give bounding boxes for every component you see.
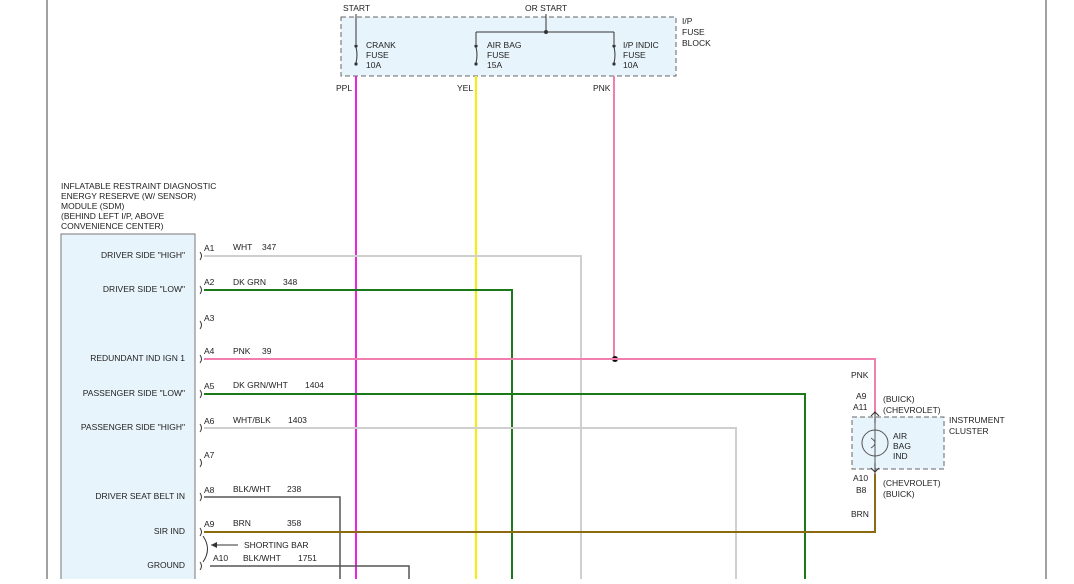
pin-function: DRIVER SEAT BELT IN xyxy=(95,491,185,501)
connector-a6 xyxy=(199,423,202,433)
cluster-bottom-make-1: (CHEVROLET) xyxy=(883,478,941,488)
circuit-number: 358 xyxy=(287,518,301,528)
ip-indic-fuse-name: I/P INDIC xyxy=(623,40,659,50)
pin-id: A9 xyxy=(204,519,215,529)
connector-a5 xyxy=(199,389,202,399)
crank-fuse-rating: 10A xyxy=(366,60,381,70)
cluster-bottom-make-2: (BUICK) xyxy=(883,489,915,499)
connector-a3 xyxy=(199,320,202,330)
wire-color: BRN xyxy=(233,518,251,528)
sdm-pin-row: A7 xyxy=(204,450,215,460)
wire-color: WHT/BLK xyxy=(233,415,271,425)
pin-function: PASSENGER SIDE "LOW" xyxy=(83,388,185,398)
sdm-title-1: INFLATABLE RESTRAINT DIAGNOSTIC xyxy=(61,181,216,191)
cluster-label-2: CLUSTER xyxy=(949,426,989,436)
circuit-number: 238 xyxy=(287,484,301,494)
circuit-number: 1751 xyxy=(298,553,317,563)
wire-label-pnk: PNK xyxy=(593,83,611,93)
wire-color: BLK/WHT xyxy=(233,484,271,494)
connector-a7 xyxy=(199,458,202,468)
circuit-number: 39 xyxy=(262,346,272,356)
connector-a8 xyxy=(199,492,202,502)
cluster-top-pin-2: A11 xyxy=(853,402,868,412)
wire-label-yel: YEL xyxy=(457,83,473,93)
pin-id: A7 xyxy=(204,450,215,460)
sdm-title-3: MODULE (SDM) xyxy=(61,201,124,211)
air-bag-fuse-name: AIR BAG xyxy=(487,40,521,50)
pin-function: DRIVER SIDE "LOW" xyxy=(103,284,185,294)
wire-color: PNK xyxy=(233,346,251,356)
sdm-title-2: ENERGY RESERVE (W/ SENSOR) xyxy=(61,191,196,201)
wire-color: BLK/WHT xyxy=(243,553,281,563)
indicator-label-3: IND xyxy=(893,451,908,461)
connector-a10 xyxy=(199,561,202,571)
wire-color: WHT xyxy=(233,242,252,252)
pin-id: A3 xyxy=(204,313,215,323)
pin-id: A1 xyxy=(204,243,215,253)
shorting-bar-arrow xyxy=(211,542,217,548)
wire-color: DK GRN/WHT xyxy=(233,380,288,390)
cluster-bottom-pin-1: A10 xyxy=(853,473,868,483)
shorting-bar-label: SHORTING BAR xyxy=(244,540,309,550)
air-bag-fuse-rating: 15A xyxy=(487,60,502,70)
cluster-top-pin-1: A9 xyxy=(856,391,867,401)
circuit-number: 1404 xyxy=(305,380,324,390)
cluster-bottom-wire: BRN xyxy=(851,509,869,519)
wire-color: DK GRN xyxy=(233,277,266,287)
pin-function: PASSENGER SIDE "HIGH" xyxy=(81,422,185,432)
pin-id: A5 xyxy=(204,381,215,391)
circuit-number: 1403 xyxy=(288,415,307,425)
indicator-label-1: AIR xyxy=(893,431,907,441)
pin-function: SIR IND xyxy=(154,526,185,536)
cluster-label-1: INSTRUMENT xyxy=(949,415,1005,425)
connector-a4 xyxy=(199,354,202,364)
connector-a9 xyxy=(199,527,202,537)
connector-glyphs xyxy=(199,251,202,571)
sdm-pin-row: A3 xyxy=(204,313,215,323)
fuse-block-label-2: FUSE xyxy=(682,27,705,37)
pin-function: REDUNDANT IND IGN 1 xyxy=(90,353,185,363)
wiring-diagram-svg: START OR START I/P FUSE BLOCK CRANK FUSE… xyxy=(46,0,1047,584)
crank-fuse-type: FUSE xyxy=(366,50,389,60)
start-label: START xyxy=(343,3,370,13)
cluster-bottom-pin-2: B8 xyxy=(856,485,867,495)
fuse-terminal xyxy=(612,62,616,66)
cluster-top-make-2: (CHEVROLET) xyxy=(883,405,941,415)
pin-id: A8 xyxy=(204,485,215,495)
pin-function: GROUND xyxy=(147,560,185,570)
circuit-number: 347 xyxy=(262,242,276,252)
wire-a10-blkwht xyxy=(210,565,410,579)
circuit-number: 348 xyxy=(283,277,297,287)
fuse-terminal xyxy=(354,62,358,66)
fuse-block-label-3: BLOCK xyxy=(682,38,711,48)
shorting-bar xyxy=(202,535,208,563)
pin-id: A6 xyxy=(204,416,215,426)
sdm-title-4: (BEHIND LEFT I/P, ABOVE xyxy=(61,211,164,221)
wire-a9-brn xyxy=(204,474,876,533)
wire-a6-whtblk xyxy=(204,427,737,579)
fuse-block-label-1: I/P xyxy=(682,16,693,26)
or-start-label: OR START xyxy=(525,3,567,13)
pin-function: DRIVER SIDE "HIGH" xyxy=(101,250,185,260)
ip-indic-fuse-type: FUSE xyxy=(623,50,646,60)
pin-id: A2 xyxy=(204,277,215,287)
cluster-top-make-1: (BUICK) xyxy=(883,394,915,404)
cluster-top-wire: PNK xyxy=(851,370,869,380)
wire-a2-dkgrn xyxy=(204,289,513,579)
crank-fuse-name: CRANK xyxy=(366,40,396,50)
ip-indic-fuse-rating: 10A xyxy=(623,60,638,70)
connector-a1 xyxy=(199,251,202,261)
sdm-title-5: CONVENIENCE CENTER) xyxy=(61,221,164,231)
air-bag-fuse-type: FUSE xyxy=(487,50,510,60)
pin-id: A10 xyxy=(213,553,228,563)
indicator-label-2: BAG xyxy=(893,441,911,451)
fuse-terminal xyxy=(474,62,478,66)
connector-a2 xyxy=(199,285,202,295)
pin-id: A4 xyxy=(204,346,215,356)
wiring-diagram: START OR START I/P FUSE BLOCK CRANK FUSE… xyxy=(0,0,1074,584)
wire-label-ppl: PPL xyxy=(336,83,352,93)
